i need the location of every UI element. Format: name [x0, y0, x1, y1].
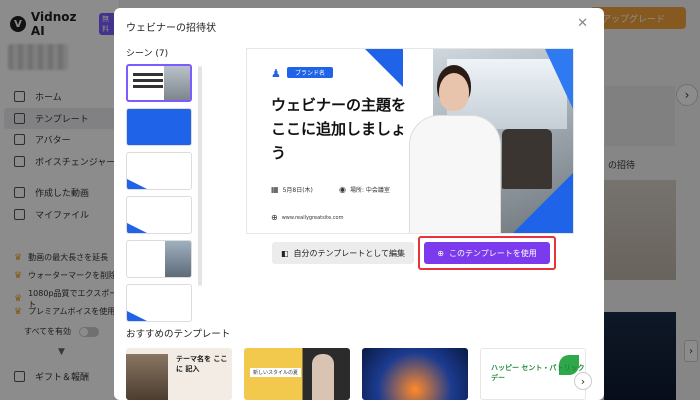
plus-circle-icon: ⊕: [437, 248, 444, 258]
scene-thumbnail-6[interactable]: [126, 284, 192, 322]
recommended-template-card[interactable]: 新しいスタイルの夏: [244, 348, 350, 400]
template-text: ハッピー セント・パトリック デー: [491, 364, 585, 382]
close-icon[interactable]: ✕: [577, 16, 588, 31]
recommended-label: おすすめのテンプレート: [126, 329, 231, 340]
scene-thumbnail-1[interactable]: [126, 64, 192, 102]
scene-thumbnail-5[interactable]: [126, 240, 192, 278]
presenter-head: [439, 73, 469, 111]
event-date-text: 5月8日(木): [282, 187, 313, 194]
modal-title: ウェビナーの招待状: [126, 23, 216, 34]
calendar-icon: ▦: [271, 185, 279, 194]
event-url-text: www.reallygreatsite.com: [281, 214, 344, 221]
scene-accent: [127, 179, 147, 189]
template-text: 新しいスタイルの夏: [250, 368, 302, 377]
scene-thumbnail-3[interactable]: [126, 152, 192, 190]
scene-accent: [127, 311, 147, 321]
scene-list: [126, 62, 206, 330]
event-date: ▦ 5月8日(木): [271, 185, 313, 194]
scene-photo: [165, 241, 191, 277]
template-photo: [126, 354, 168, 400]
event-url: ⊕ www.reallygreatsite.com: [271, 213, 343, 222]
recommended-template-card[interactable]: [362, 348, 468, 400]
presenter-body: [409, 115, 501, 233]
chevron-right-icon[interactable]: ›: [574, 372, 592, 390]
edit-as-my-template-button[interactable]: ◧ 自分のテンプレートとして編集: [272, 242, 414, 264]
scene-text-lines: [133, 73, 163, 76]
recommended-templates: テーマ名を ここに 記入 新しいスタイルの夏 ハッピー セント・パトリック デー: [126, 348, 596, 400]
user-icon: ♟: [271, 67, 281, 80]
scene-thumbnail-2[interactable]: [126, 108, 192, 146]
preview-title: ウェビナーの主題をここに追加しましょう: [271, 96, 407, 162]
brand-label: ブランド名: [287, 67, 334, 78]
edit-button-label: 自分のテンプレートとして編集: [293, 248, 406, 258]
recommended-template-card[interactable]: テーマ名を ここに 記入: [126, 348, 232, 400]
scene-accent: [127, 223, 147, 233]
template-photo: [312, 354, 334, 400]
location-icon: ◉: [339, 185, 346, 194]
event-place: ◉ 場所: 中会議室: [339, 185, 390, 194]
blue-accent-shape: [365, 49, 403, 87]
scene-thumbnail-4[interactable]: [126, 196, 192, 234]
use-template-button[interactable]: ⊕ このテンプレートを使用: [424, 242, 550, 264]
template-preview: ♟ ブランド名 ウェビナーの主題をここに追加しましょう ▦ 5月8日(木) ◉ …: [246, 48, 574, 234]
use-button-label: このテンプレートを使用: [448, 248, 537, 258]
edit-icon: ◧: [280, 248, 289, 258]
event-place-text: 場所: 中会議室: [349, 187, 390, 194]
recommended-template-card[interactable]: ハッピー セント・パトリック デー: [480, 348, 586, 400]
globe-icon: ⊕: [271, 213, 278, 222]
scene-photo: [164, 66, 190, 100]
scenes-label: シーン (7): [126, 49, 169, 59]
template-text: テーマ名を ここに 記入: [176, 355, 228, 373]
office-chair: [502, 129, 552, 189]
scene-list-scrollbar[interactable]: [198, 66, 202, 286]
template-modal: ウェビナーの招待状 ✕ シーン (7) ♟ ブランド名 ウェビナーの主題をここに…: [114, 8, 604, 400]
avatar-presenter: [401, 69, 509, 233]
